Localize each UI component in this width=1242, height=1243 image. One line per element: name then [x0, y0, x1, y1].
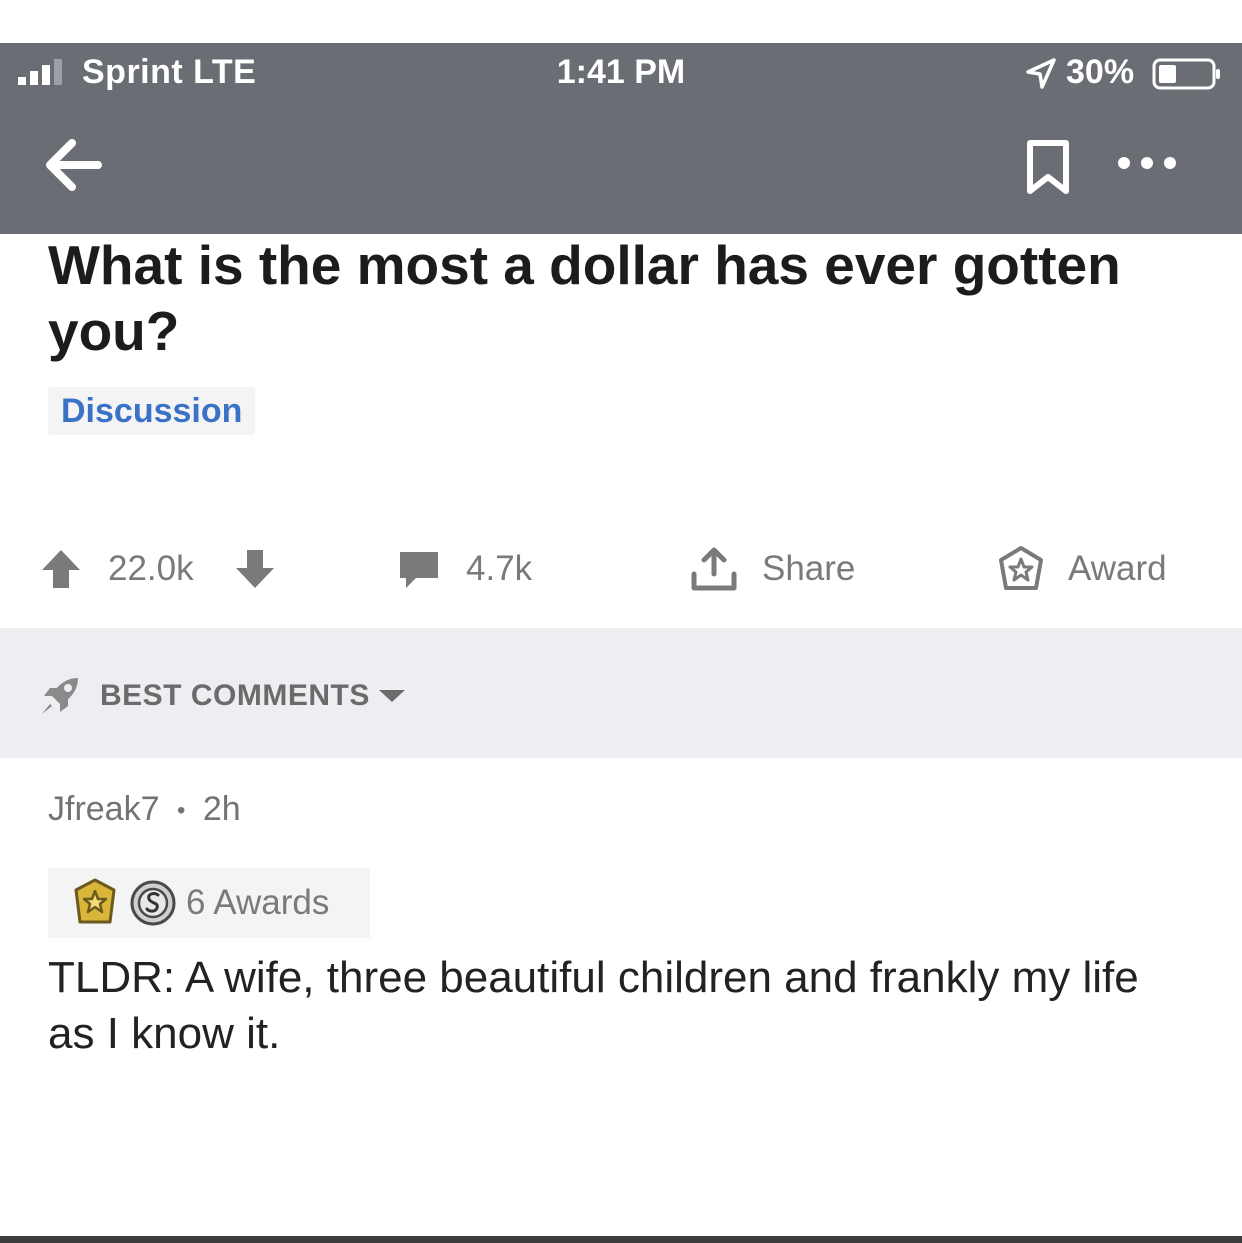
- chevron-down-icon: [378, 690, 405, 702]
- comment-meta: Jfreak7 • 2h: [48, 790, 241, 829]
- award-label: Award: [1068, 549, 1167, 588]
- back-button[interactable]: [38, 135, 108, 195]
- upvote-button[interactable]: [38, 535, 84, 603]
- award-icon: [999, 546, 1043, 590]
- downvote-button[interactable]: [232, 535, 278, 603]
- battery-icon: [1152, 58, 1220, 90]
- location-arrow-icon: [1026, 58, 1056, 89]
- downvote-arrow-icon: [236, 550, 274, 588]
- post-title: What is the most a dollar has ever gotte…: [48, 234, 1121, 362]
- save-post-button[interactable]: [1022, 137, 1074, 197]
- share-button[interactable]: Share: [688, 535, 855, 603]
- share-label: Share: [762, 549, 856, 588]
- comment-bubble-icon: [400, 552, 438, 588]
- comments-button[interactable]: 4.7k: [396, 535, 532, 603]
- status-bar: Sprint LTE 1:41 PM 30%: [0, 43, 1242, 103]
- back-arrow-icon: [46, 139, 102, 191]
- comment-awards[interactable]: 6 Awards: [48, 868, 370, 938]
- nav-row: [0, 123, 1242, 213]
- battery-percent: 30%: [1066, 53, 1135, 91]
- comment-author[interactable]: Jfreak7: [48, 790, 160, 828]
- award-button[interactable]: Award: [996, 535, 1167, 603]
- bottom-border: [0, 1236, 1242, 1243]
- awards-count: 6 Awards: [186, 883, 330, 922]
- meta-separator: •: [176, 797, 186, 825]
- bookmark-icon: [1027, 140, 1069, 194]
- app-bar: Sprint LTE 1:41 PM 30%: [0, 43, 1242, 234]
- share-icon: [691, 547, 737, 591]
- post-flair[interactable]: Discussion: [48, 387, 256, 435]
- comments-count: 4.7k: [466, 549, 533, 588]
- more-options-button[interactable]: [1112, 143, 1182, 183]
- rocket-icon: [42, 678, 78, 714]
- comment-body: TLDR: A wife, three beautiful children a…: [48, 953, 1139, 1058]
- top-margin: [0, 0, 1242, 43]
- vote-score-label: 22.0k: [108, 549, 194, 588]
- comment-sort-bar: BEST COMMENTS: [0, 628, 1242, 758]
- vote-score: 22.0k: [108, 535, 194, 603]
- gold-award-icon: [74, 878, 116, 924]
- silver-award-icon: [130, 880, 176, 926]
- post-action-bar: 22.0k 4.7k Share Award: [0, 535, 1242, 603]
- upvote-arrow-icon: [42, 550, 80, 588]
- comment-age: 2h: [202, 790, 241, 828]
- sort-comments-button[interactable]: BEST COMMENTS: [38, 668, 408, 724]
- sort-label: BEST COMMENTS: [100, 679, 370, 712]
- more-options-icon: [1118, 157, 1176, 169]
